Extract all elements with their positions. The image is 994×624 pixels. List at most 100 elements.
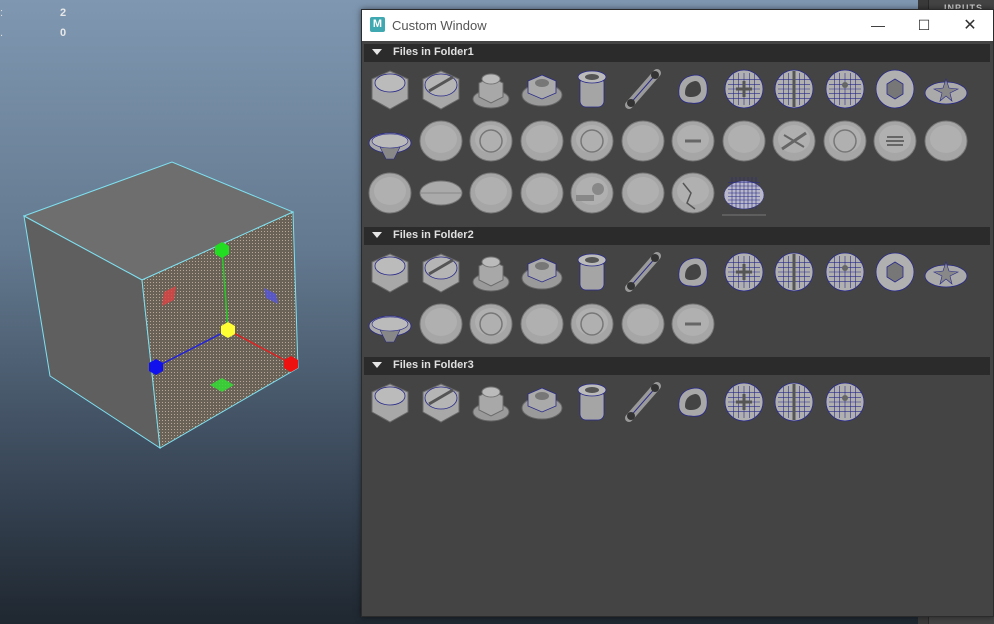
section-title: Files in Folder3 [393,359,474,371]
slot-bolt-icon [422,70,459,110]
thumbnail-dimple-dome[interactable] [821,378,869,426]
vent-disc-icon [873,120,917,162]
thumbnail-cross-disc[interactable] [770,117,818,165]
thumbnail-slot-disc[interactable] [669,117,717,165]
thumbnail-recess-disc[interactable] [568,117,616,165]
pill-icon [419,180,462,206]
thumbnail-cross-cut-disc[interactable] [619,169,667,217]
thumbnail-chain-link[interactable] [619,248,667,296]
collapse-triangle-icon[interactable] [372,232,382,238]
flange-nut-icon [521,257,562,290]
viewport-3d[interactable] [0,0,360,624]
round-cap-icon [823,120,866,162]
collapse-triangle-icon[interactable] [372,49,382,55]
thumbnail-slot-bolt[interactable] [417,65,465,113]
thumbnail-nut-cap[interactable] [467,248,515,296]
bumpy-disc-icon [368,172,412,214]
phillips-dome-icon [724,382,763,422]
thumbnail-flat-disc[interactable] [518,300,566,348]
thumbnail-sleeve[interactable] [568,65,616,113]
thumbnail-flat-disc[interactable] [518,117,566,165]
thumbnail-hex-bolt[interactable] [366,65,414,113]
section-title: Files in Folder1 [393,46,474,58]
nut-cap-icon [472,256,510,292]
thumbnail-grid-folder1 [364,65,984,225]
thumbnail-hex-bolt[interactable] [366,248,414,296]
maximize-button[interactable]: ☐ [901,10,947,41]
thumbnail-phillips-dome[interactable] [720,378,768,426]
minimize-button[interactable]: — [855,10,901,41]
thumbnail-flange-nut[interactable] [518,65,566,113]
thumbnail-slot-bolt[interactable] [417,378,465,426]
window-titlebar[interactable]: M Custom Window — ☐ ✕ [362,10,993,41]
notch-disc-icon [722,120,765,162]
thumbnail-flange-nut[interactable] [518,248,566,296]
thumbnail-nut-cap[interactable] [467,65,515,113]
thumbnail-smooth-disc[interactable] [619,117,667,165]
dimple-dome-icon [825,252,864,292]
scratch-disc-icon [520,172,563,214]
thumbnail-recess-disc[interactable] [568,300,616,348]
chain-link-icon [624,69,661,109]
thumbnail-plain-disc[interactable] [467,117,515,165]
thumbnail-dimple-dome[interactable] [821,65,869,113]
thumbnail-star-cap[interactable] [922,65,970,113]
thumbnail-soft-disc[interactable] [922,117,970,165]
thumbnail-star-cap[interactable] [922,248,970,296]
thumbnail-pill[interactable] [417,169,465,217]
thumbnail-disc-cap[interactable] [366,300,414,348]
section-header-folder1[interactable]: Files in Folder1 [364,44,990,62]
recess-disc-icon [570,120,614,162]
collapse-triangle-icon[interactable] [372,362,382,368]
star-cap-icon [924,261,967,288]
soft-disc-icon [924,120,967,162]
section-header-folder3[interactable]: Files in Folder3 [364,357,990,375]
thumbnail-bumpy-disc[interactable] [366,169,414,217]
thumbnail-phillips-dome[interactable] [720,65,768,113]
hex-bolt-icon [371,70,409,110]
thumbnail-hex-bolt[interactable] [366,378,414,426]
cube-mesh[interactable] [22,161,299,449]
thumbnail-hex-socket[interactable] [871,248,919,296]
thumbnail-slot-dome[interactable] [770,248,818,296]
smooth-disc-icon [621,303,664,345]
thumbnail-ring-loop[interactable] [669,248,717,296]
thumbnail-slot-dome[interactable] [770,65,818,113]
thumbnail-scratch-disc[interactable] [518,169,566,217]
thumbnail-notch-disc[interactable] [720,117,768,165]
thumbnail-detail-disc[interactable] [467,169,515,217]
thumbnail-ring-loop[interactable] [669,378,717,426]
thumbnail-sleeve[interactable] [568,248,616,296]
thumbnail-wire-dome[interactable] [720,169,768,217]
thumbnail-chain-link[interactable] [619,65,667,113]
thumbnail-grip-disc[interactable] [417,117,465,165]
thumbnail-key-disc[interactable] [568,169,616,217]
thumbnail-slot-dome[interactable] [770,378,818,426]
thumbnail-chain-link[interactable] [619,378,667,426]
nut-cap-icon [472,73,510,109]
thumbnail-dimple-dome[interactable] [821,248,869,296]
thumbnail-vent-disc[interactable] [871,117,919,165]
thumbnail-grip-disc[interactable] [417,300,465,348]
thumbnail-slot-bolt[interactable] [417,248,465,296]
slot-dome-icon [774,252,814,292]
grip-disc-icon [419,303,462,345]
sleeve-icon [577,70,607,108]
recess-disc-icon [570,303,614,345]
thumbnail-nut-cap[interactable] [467,378,515,426]
thumbnail-sleeve[interactable] [568,378,616,426]
custom-window[interactable]: M Custom Window — ☐ ✕ Files in Folder1 F… [361,9,994,617]
thumbnail-ring-loop[interactable] [669,65,717,113]
thumbnail-round-cap[interactable] [821,117,869,165]
thumbnail-phillips-dome[interactable] [720,248,768,296]
thumbnail-flange-nut[interactable] [518,378,566,426]
thumbnail-crack-disc[interactable] [669,169,717,217]
thumbnail-smooth-disc[interactable] [619,300,667,348]
thumbnail-disc-cap[interactable] [366,117,414,165]
slot-dome-icon [774,69,814,109]
thumbnail-slot-disc[interactable] [669,300,717,348]
section-header-folder2[interactable]: Files in Folder2 [364,227,990,245]
thumbnail-hex-socket[interactable] [871,65,919,113]
close-button[interactable]: ✕ [947,10,993,41]
thumbnail-plain-disc[interactable] [467,300,515,348]
